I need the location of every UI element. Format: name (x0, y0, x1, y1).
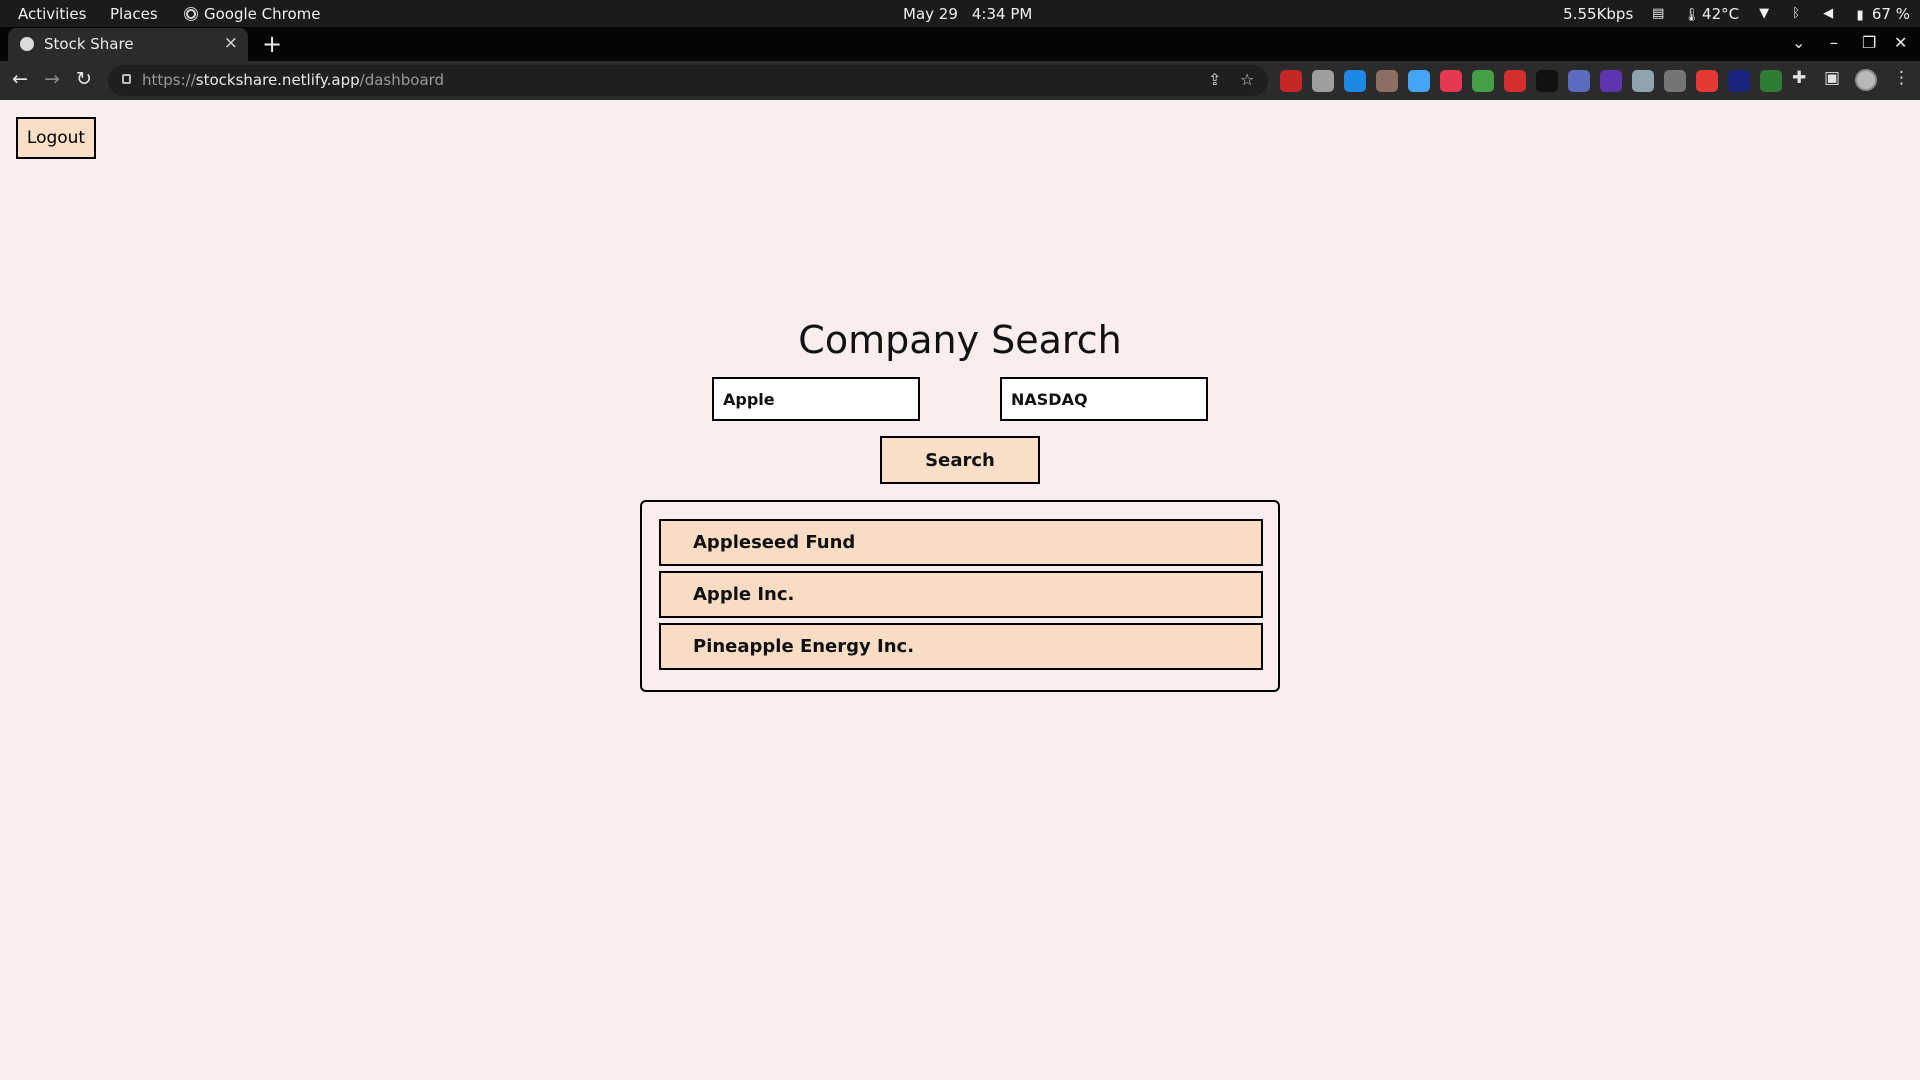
wifi-icon[interactable]: ▼ (1757, 7, 1771, 21)
clock-date: May 29 (903, 5, 958, 23)
extension-icon[interactable] (1536, 70, 1558, 92)
battery-icon: ▮ (1856, 8, 1864, 23)
side-panel-icon[interactable]: ▣ (1824, 68, 1840, 88)
favicon-icon (20, 37, 34, 51)
temperature-indicator: 🌡 42°C (1683, 5, 1739, 23)
temperature-value: 42°C (1702, 5, 1740, 23)
url-path: /dashboard (359, 71, 445, 89)
result-item[interactable]: Appleseed Fund (659, 519, 1263, 566)
activities-button[interactable]: Activities (18, 5, 86, 23)
extension-icon[interactable] (1440, 70, 1462, 92)
system-top-bar: Activities Places Google Chrome May 29 4… (0, 0, 1920, 27)
search-button[interactable]: Search (880, 436, 1040, 484)
new-tab-icon[interactable]: + (262, 30, 282, 58)
url-scheme: https:// (142, 71, 196, 89)
extension-icon[interactable] (1696, 70, 1718, 92)
url-host: stockshare.netlify.app (195, 71, 360, 89)
clock-time: 4:34 PM (971, 5, 1033, 23)
extension-icon[interactable] (1344, 70, 1366, 92)
result-item[interactable]: Pineapple Energy Inc. (659, 623, 1263, 670)
company-search-input[interactable] (712, 377, 920, 421)
tab-title: Stock Share (44, 35, 134, 53)
extension-icon[interactable] (1280, 70, 1302, 92)
extension-icon[interactable] (1408, 70, 1430, 92)
minimize-icon[interactable]: – (1830, 33, 1838, 52)
clock[interactable]: May 29 4:34 PM (903, 5, 1032, 23)
back-arrow-icon[interactable]: ← (12, 68, 28, 90)
reload-icon[interactable]: ↻ (76, 68, 92, 90)
browser-toolbar: ← → ↻ https://stockshare.netlify.app/das… (0, 61, 1920, 100)
network-speed: 5.55Kbps (1563, 5, 1634, 23)
tab-stock-share[interactable]: Stock Share × (8, 28, 248, 61)
lock-icon[interactable] (122, 74, 131, 84)
tab-close-icon[interactable]: × (224, 33, 238, 53)
forward-arrow-icon[interactable]: → (44, 68, 60, 90)
app-menu[interactable]: Google Chrome (184, 5, 321, 23)
places-menu[interactable]: Places (110, 5, 158, 23)
extension-icon[interactable] (1664, 70, 1686, 92)
window-close-icon[interactable]: ✕ (1894, 33, 1907, 52)
exchange-input[interactable] (1000, 377, 1208, 421)
logout-button[interactable]: Logout (16, 117, 96, 159)
extension-icon[interactable] (1312, 70, 1334, 92)
battery-value: 67 % (1871, 5, 1910, 23)
search-results-list: Appleseed Fund Apple Inc. Pineapple Ener… (640, 500, 1280, 692)
kebab-menu-icon[interactable]: ⋮ (1893, 68, 1910, 88)
address-bar[interactable]: https://stockshare.netlify.app/dashboard… (108, 65, 1268, 96)
extension-icon[interactable] (1376, 70, 1398, 92)
bluetooth-icon[interactable]: ᛒ (1789, 7, 1803, 21)
volume-icon[interactable]: ◀ (1821, 7, 1835, 21)
system-tray[interactable]: 5.55Kbps ▤ 🌡 42°C ▼ ᛒ ◀ ▮ 67 % (1563, 5, 1910, 23)
result-item[interactable]: Apple Inc. (659, 571, 1263, 618)
tab-strip: Stock Share × + ⌄ – ❐ ✕ (0, 27, 1920, 61)
extension-icon[interactable] (1568, 70, 1590, 92)
extension-icon[interactable] (1504, 70, 1526, 92)
extension-icon[interactable] (1760, 70, 1782, 92)
extension-icon[interactable] (1632, 70, 1654, 92)
battery-indicator[interactable]: ▮ 67 % (1853, 5, 1910, 23)
url-text[interactable]: https://stockshare.netlify.app/dashboard (142, 71, 444, 89)
page-title: Company Search (798, 318, 1122, 362)
extension-icon[interactable] (1600, 70, 1622, 92)
restore-icon[interactable]: ❐ (1862, 33, 1876, 52)
share-icon[interactable]: ⇪ (1208, 70, 1221, 89)
extension-icon[interactable] (1728, 70, 1750, 92)
chrome-icon (184, 7, 198, 21)
extension-icon[interactable] (1472, 70, 1494, 92)
clipboard-icon[interactable]: ▤ (1651, 7, 1665, 21)
extensions-puzzle-icon[interactable]: ✚ (1792, 68, 1806, 88)
app-name: Google Chrome (204, 5, 321, 23)
extension-icons (1280, 70, 1782, 92)
dashboard-page: Logout Company Search Search Appleseed F… (0, 100, 1920, 1080)
thermometer-icon: 🌡 (1683, 8, 1700, 23)
profile-avatar[interactable] (1855, 69, 1877, 91)
tab-search-chevron-icon[interactable]: ⌄ (1792, 33, 1805, 52)
bookmark-star-icon[interactable]: ☆ (1240, 70, 1254, 89)
